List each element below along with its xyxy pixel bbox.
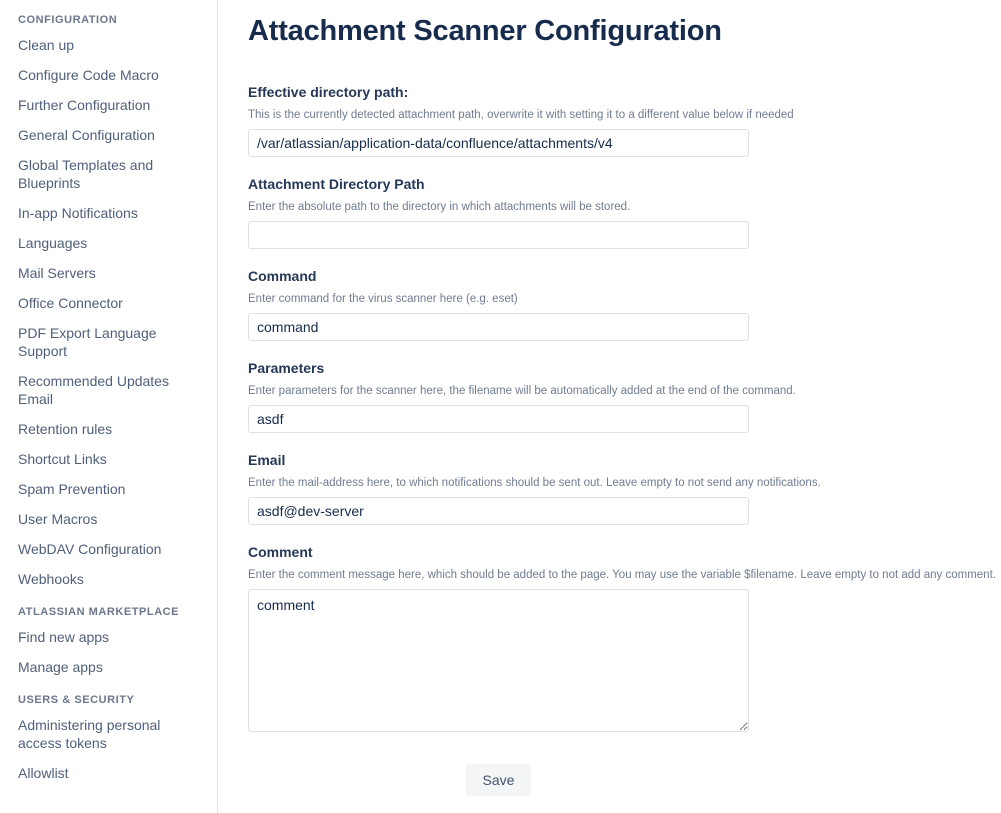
sidebar-item-webhooks[interactable]: Webhooks (0, 570, 195, 588)
sidebar-item-in-app-notifications[interactable]: In-app Notifications (0, 204, 195, 222)
label-parameters: Parameters (248, 360, 325, 376)
form-actions: Save (248, 764, 749, 796)
attachment-directory-path-input[interactable] (248, 221, 749, 249)
sidebar-item-configure-code-macro[interactable]: Configure Code Macro (0, 66, 195, 84)
sidebar-item-retention-rules[interactable]: Retention rules (0, 420, 195, 438)
description-effective-directory-path: This is the currently detected attachmen… (248, 109, 794, 121)
field-group-comment: Comment Enter the comment message here, … (248, 544, 1001, 732)
sidebar-item-recommended-updates-email[interactable]: Recommended Updates Email (0, 372, 195, 408)
sidebar-section-users-and-security: USERS & SECURITY Administering personal … (0, 693, 217, 782)
sidebar-item-pdf-export-language-support[interactable]: PDF Export Language Support (0, 324, 195, 360)
sidebar-item-spam-prevention[interactable]: Spam Prevention (0, 480, 195, 498)
field-group-effective-directory-path: Effective directory path: This is the cu… (248, 84, 1001, 157)
command-input[interactable] (248, 313, 749, 341)
page-title: Attachment Scanner Configuration (248, 15, 722, 47)
description-command: Enter command for the virus scanner here… (248, 293, 518, 305)
admin-sidebar: CONFIGURATION Clean up Configure Code Ma… (0, 0, 218, 813)
sidebar-item-general-configuration[interactable]: General Configuration (0, 126, 195, 144)
sidebar-item-clean-up[interactable]: Clean up (0, 36, 195, 54)
sidebar-section-heading-users-and-security: USERS & SECURITY (18, 694, 135, 706)
sidebar-item-further-configuration[interactable]: Further Configuration (0, 96, 195, 114)
parameters-input[interactable] (248, 405, 749, 433)
sidebar-item-shortcut-links[interactable]: Shortcut Links (0, 450, 195, 468)
label-comment: Comment (248, 544, 313, 560)
sidebar-item-global-templates-and-blueprints[interactable]: Global Templates and Blueprints (0, 156, 195, 192)
sidebar-item-user-macros[interactable]: User Macros (0, 510, 195, 528)
label-command: Command (248, 268, 317, 284)
sidebar-item-webdav-configuration[interactable]: WebDAV Configuration (0, 540, 195, 558)
sidebar-item-languages[interactable]: Languages (0, 234, 195, 252)
field-group-command: Command Enter command for the virus scan… (248, 268, 1001, 341)
sidebar-item-allowlist[interactable]: Allowlist (0, 764, 195, 782)
sidebar-section-atlassian-marketplace: ATLASSIAN MARKETPLACE Find new apps Mana… (0, 605, 217, 676)
label-attachment-directory-path: Attachment Directory Path (248, 176, 425, 192)
field-group-email: Email Enter the mail-address here, to wh… (248, 452, 1001, 525)
effective-directory-path-input[interactable] (248, 129, 749, 157)
sidebar-item-manage-apps[interactable]: Manage apps (0, 658, 195, 676)
sidebar-item-administering-personal-access-tokens[interactable]: Administering personal access tokens (0, 716, 195, 752)
label-email: Email (248, 452, 286, 468)
save-button[interactable]: Save (465, 764, 532, 796)
main-content: Attachment Scanner Configuration Effecti… (218, 0, 1001, 813)
description-comment: Enter the comment message here, which sh… (248, 569, 996, 581)
field-group-attachment-directory-path: Attachment Directory Path Enter the abso… (248, 176, 1001, 249)
sidebar-item-mail-servers[interactable]: Mail Servers (0, 264, 195, 282)
sidebar-section-heading-configuration: CONFIGURATION (18, 14, 118, 26)
description-parameters: Enter parameters for the scanner here, t… (248, 385, 796, 397)
description-email: Enter the mail-address here, to which no… (248, 477, 821, 489)
label-effective-directory-path: Effective directory path: (248, 84, 409, 100)
description-attachment-directory-path: Enter the absolute path to the directory… (248, 201, 631, 213)
page-layout: CONFIGURATION Clean up Configure Code Ma… (0, 0, 1001, 813)
attachment-scanner-config-form: Effective directory path: This is the cu… (248, 84, 1001, 796)
sidebar-section-configuration: CONFIGURATION Clean up Configure Code Ma… (0, 13, 217, 588)
sidebar-item-office-connector[interactable]: Office Connector (0, 294, 195, 312)
comment-textarea[interactable] (248, 589, 749, 732)
field-group-parameters: Parameters Enter parameters for the scan… (248, 360, 1001, 433)
sidebar-item-find-new-apps[interactable]: Find new apps (0, 628, 195, 646)
email-input[interactable] (248, 497, 749, 525)
sidebar-section-heading-atlassian-marketplace: ATLASSIAN MARKETPLACE (18, 606, 180, 618)
